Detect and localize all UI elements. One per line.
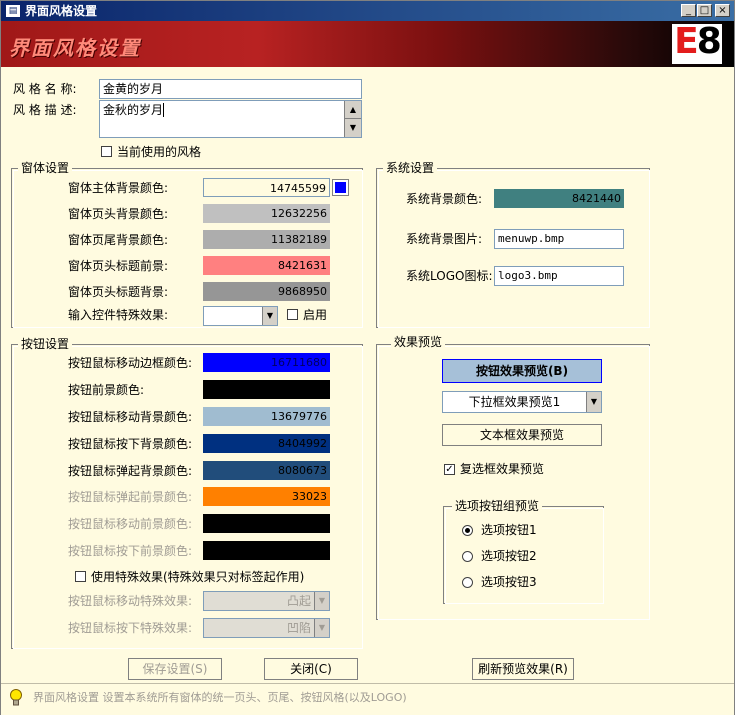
preview-title: 效果预览 xyxy=(391,335,446,349)
status-bar: 界面风格设置 设置本系统所有窗体的统一页头、页尾、按钮风格(以及LOGO) xyxy=(1,683,734,715)
chevron-down-icon[interactable]: ▼ xyxy=(586,392,601,412)
app-icon: ▤ xyxy=(5,4,21,18)
close-window-button[interactable]: × xyxy=(715,4,730,17)
refresh-preview-button[interactable]: 刷新预览效果(R) xyxy=(472,658,574,680)
style-desc-label: 风 格 描 述: xyxy=(13,103,77,117)
input-effect-label: 输入控件特殊效果: xyxy=(68,308,169,322)
window-row-1-value[interactable]: 12632256 xyxy=(203,204,330,223)
scroll-down-icon[interactable]: ▼ xyxy=(345,119,361,137)
window-row-0-label: 窗体主体背景颜色: xyxy=(68,181,169,195)
banner-title: 界面风格设置 xyxy=(9,36,141,60)
preview-textbox[interactable]: 文本框效果预览 xyxy=(442,424,602,446)
radio-2-label: 选项按钮2 xyxy=(481,549,537,563)
window-row-3-value[interactable]: 8421631 xyxy=(203,256,330,275)
lightbulb-icon xyxy=(9,688,23,708)
sys-bg-color-label: 系统背景颜色: xyxy=(406,192,483,206)
sys-logo-input[interactable]: logo3.bmp xyxy=(494,266,624,286)
e8-logo: E8 xyxy=(672,21,722,64)
maximize-button[interactable]: □ xyxy=(697,4,712,17)
status-text: 界面风格设置 设置本系统所有窗体的统一页头、页尾、按钮风格(以及LOGO) xyxy=(33,691,407,704)
button-row-3-label: 按钮鼠标按下背景颜色: xyxy=(68,437,193,451)
window-row-2-label: 窗体页尾背景颜色: xyxy=(68,233,169,247)
press-effect-select: 凹陷 ▼ xyxy=(203,618,330,638)
title-bar: ▤ 界面风格设置 _ □ × xyxy=(1,1,734,21)
preview-button[interactable]: 按钮效果预览(B) xyxy=(442,359,602,383)
button-row-0-label: 按钮鼠标移动边框颜色: xyxy=(68,356,193,370)
preview-checkbox-label: 复选框效果预览 xyxy=(460,462,545,476)
button-row-2-value[interactable]: 13679776 xyxy=(203,407,330,426)
header-banner: 界面风格设置 E8 xyxy=(1,21,734,67)
preview-combo[interactable]: 下拉框效果预览1 ▼ xyxy=(442,391,602,413)
button-row-2-label: 按钮鼠标移动背景颜色: xyxy=(68,410,193,424)
preview-combo-value: 下拉框效果预览1 xyxy=(468,395,561,409)
save-button[interactable]: 保存设置(S) xyxy=(128,658,222,680)
special-effect-label: 使用特殊效果(特殊效果只对标签起作用) xyxy=(91,570,305,584)
press-effect-label: 按钮鼠标按下特殊效果: xyxy=(68,621,193,635)
minimize-button[interactable]: _ xyxy=(681,4,696,17)
radio-1[interactable] xyxy=(462,525,473,536)
radio-group-title: 选项按钮组预览 xyxy=(452,499,543,513)
enable-effect-checkbox[interactable] xyxy=(287,309,298,320)
current-style-label: 当前使用的风格 xyxy=(117,145,202,159)
window-row-3-label: 窗体页头标题前景: xyxy=(68,259,169,273)
button-row-0-value[interactable]: 16711680 xyxy=(203,353,330,372)
move-effect-select: 凸起 ▼ xyxy=(203,591,330,611)
chevron-down-icon[interactable]: ▼ xyxy=(262,307,277,325)
main-window: ▤ 界面风格设置 _ □ × 界面风格设置 E8 风 格 名 称: 金黄的岁月 … xyxy=(0,0,735,715)
special-effect-checkbox[interactable] xyxy=(75,571,86,582)
button-row-4-value[interactable]: 8080673 xyxy=(203,461,330,480)
input-effect-select[interactable]: ▼ xyxy=(203,306,278,326)
radio-3[interactable] xyxy=(462,577,473,588)
move-effect-value: 凸起 xyxy=(286,594,311,608)
button-row-6-value xyxy=(203,514,330,533)
window-row-4-label: 窗体页头标题背景: xyxy=(68,285,169,299)
chevron-down-icon: ▼ xyxy=(314,619,329,637)
radio-2[interactable] xyxy=(462,551,473,562)
sys-bg-image-label: 系统背景图片: xyxy=(406,232,483,246)
enable-effect-label: 启用 xyxy=(303,308,328,322)
button-row-7-label: 按钮鼠标按下前景颜色: xyxy=(68,544,193,558)
scroll-up-icon[interactable]: ▲ xyxy=(345,101,361,119)
window-row-2-value[interactable]: 11382189 xyxy=(203,230,330,249)
style-desc-text: 金秋的岁月 xyxy=(103,103,164,117)
button-row-5-value: 33023 xyxy=(203,487,330,506)
style-name-label: 风 格 名 称: xyxy=(13,82,77,96)
button-row-7-value xyxy=(203,541,330,560)
style-desc-textarea[interactable]: 金秋的岁月 ▲ ▼ xyxy=(99,100,362,138)
desc-scrollbar[interactable]: ▲ ▼ xyxy=(344,101,361,137)
style-name-input[interactable]: 金黄的岁月 xyxy=(99,79,362,99)
sys-bg-color-value[interactable]: 8421440 xyxy=(494,189,624,208)
chevron-down-icon: ▼ xyxy=(314,592,329,610)
color-preview-swatch xyxy=(335,182,346,193)
current-style-checkbox[interactable] xyxy=(101,146,112,157)
button-row-6-label: 按钮鼠标移动前景颜色: xyxy=(68,517,193,531)
preview-checkbox[interactable]: ✓ xyxy=(444,464,455,475)
button-row-1-label: 按钮前景颜色: xyxy=(68,383,145,397)
window-title: 界面风格设置 xyxy=(25,4,98,18)
sys-bg-image-input[interactable]: menuwp.bmp xyxy=(494,229,624,249)
window-row-1-label: 窗体页头背景颜色: xyxy=(68,207,169,221)
main-bg-color-picker[interactable] xyxy=(332,179,349,196)
window-settings-title: 窗体设置 xyxy=(18,161,73,175)
button-settings-title: 按钮设置 xyxy=(18,337,73,351)
system-settings-title: 系统设置 xyxy=(383,161,438,175)
close-button[interactable]: 关闭(C) xyxy=(264,658,358,680)
sys-logo-label: 系统LOGO图标: xyxy=(406,269,493,283)
window-row-4-value[interactable]: 9868950 xyxy=(203,282,330,301)
button-row-4-label: 按钮鼠标弹起背景颜色: xyxy=(68,464,193,478)
window-row-0-value[interactable]: 14745599 xyxy=(203,178,330,197)
radio-1-label: 选项按钮1 xyxy=(481,523,537,537)
button-row-5-label: 按钮鼠标弹起前景颜色: xyxy=(68,490,193,504)
move-effect-label: 按钮鼠标移动特殊效果: xyxy=(68,594,193,608)
press-effect-value: 凹陷 xyxy=(286,621,311,635)
button-row-1-value[interactable] xyxy=(203,380,330,399)
button-row-3-value[interactable]: 8404992 xyxy=(203,434,330,453)
radio-3-label: 选项按钮3 xyxy=(481,575,537,589)
